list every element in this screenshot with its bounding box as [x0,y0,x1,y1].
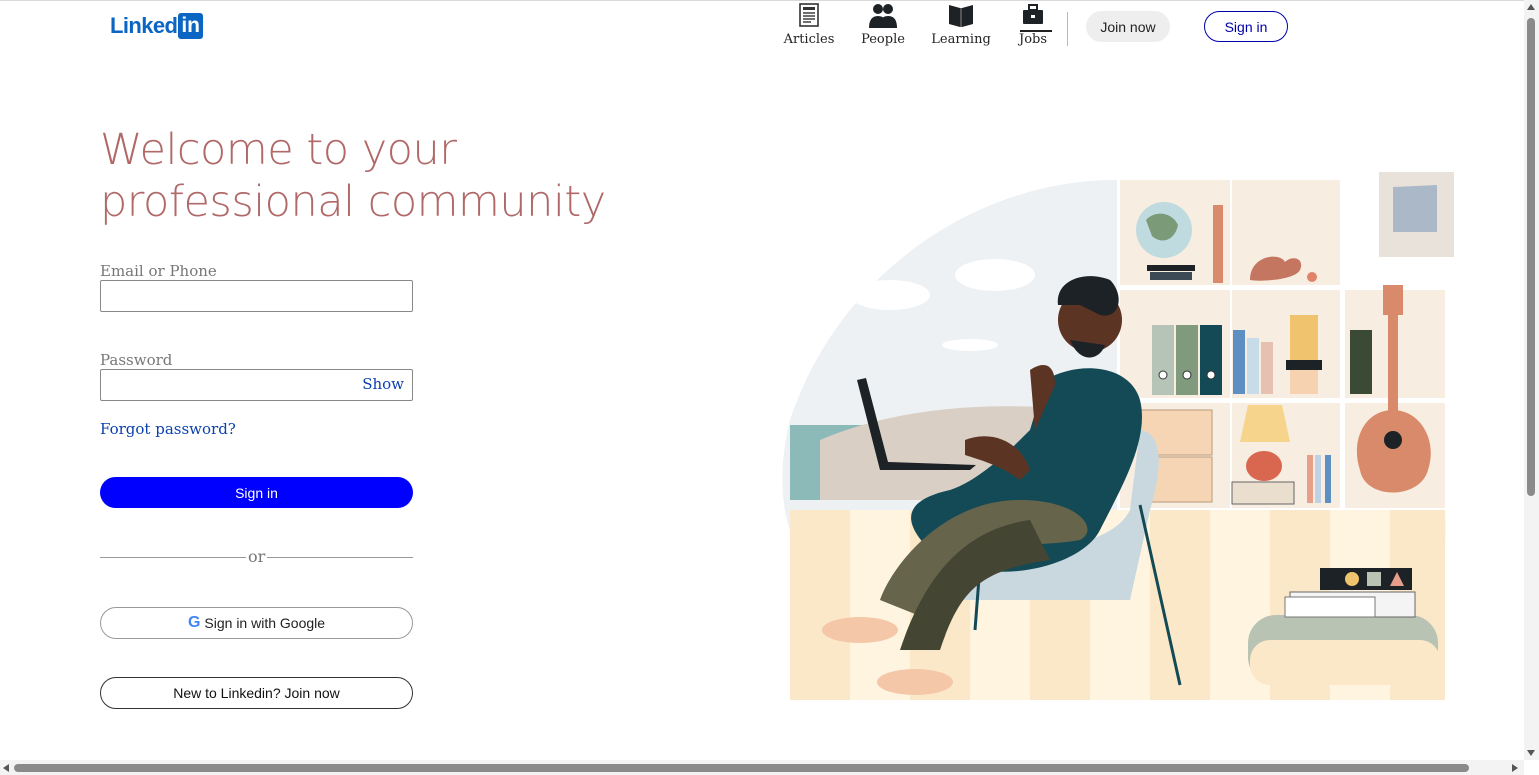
headline-line-1: Welcome to your [100,125,457,175]
scroll-left-icon[interactable] [3,764,9,772]
nav-articles-label: Articles [783,32,835,47]
top-border [0,0,1524,1]
password-label: Password [100,351,173,369]
join-now-button[interactable]: Join now [1086,11,1170,42]
nav-people-label: People [861,32,905,47]
divider-left [100,557,246,558]
people-icon [869,4,897,28]
nav-divider [1067,12,1068,46]
vertical-scroll-thumb[interactable] [1527,18,1535,496]
or-separator: or [247,547,267,566]
sign-in-button[interactable]: Sign in [100,477,413,508]
email-field-box [100,280,413,312]
password-field-box: Show [100,369,413,401]
divider-right [267,557,413,558]
join-now-bottom-button[interactable]: New to Linkedin? Join now [100,677,413,709]
google-sign-in-label: Sign in with Google [204,615,326,631]
headline-line-2: professional community [100,177,606,227]
horizontal-scroll-thumb[interactable] [14,764,1469,772]
newspaper-icon [799,3,819,27]
email-label: Email or Phone [100,262,217,280]
forgot-password-link[interactable]: Forgot password? [100,420,236,438]
google-icon: G [187,614,201,631]
email-field[interactable] [101,281,412,311]
linkedin-logo[interactable]: Linked in [110,12,203,40]
nav-learning-label: Learning [931,32,991,47]
nav-active-underline [1020,30,1052,32]
horizontal-scrollbar[interactable] [0,760,1524,775]
show-password-button[interactable]: Show [362,375,404,393]
scroll-down-icon[interactable] [1527,750,1535,756]
nav-people[interactable]: People [861,2,905,58]
scroll-right-icon[interactable] [1512,764,1518,772]
briefcase-icon [1023,4,1043,24]
scroll-up-icon[interactable] [1527,4,1535,10]
nav-jobs-label: Jobs [1018,32,1048,47]
book-icon [949,5,973,27]
page-headline: Welcome to your professional community [100,124,660,228]
vertical-scrollbar[interactable] [1524,0,1539,760]
nav-learning[interactable]: Learning [931,2,991,58]
nav-articles[interactable]: Articles [784,2,834,58]
logo-wordmark: Linked [110,13,178,38]
hero-illustration [782,172,1454,700]
header-sign-in-button[interactable]: Sign in [1204,11,1288,42]
logo-in-box: in [178,13,203,39]
google-sign-in-button[interactable]: G Sign in with Google [100,607,413,639]
